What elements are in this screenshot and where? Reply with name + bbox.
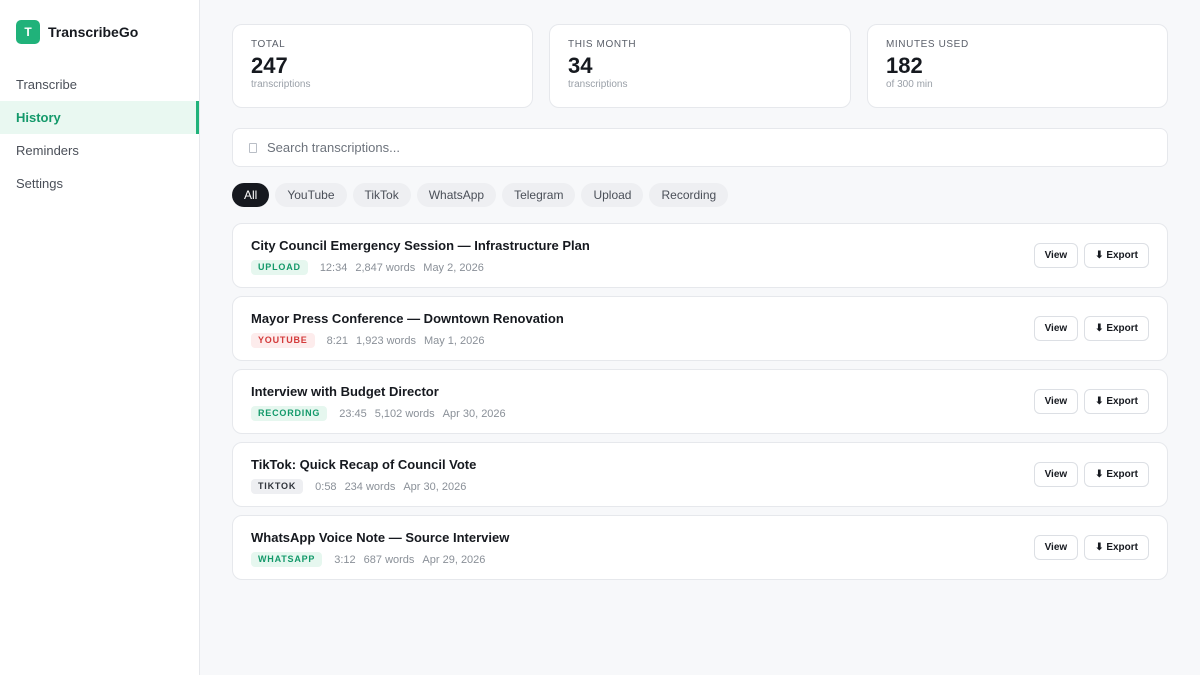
- stat-label: MINUTES USED: [886, 39, 969, 50]
- word-count: 234 words: [344, 480, 396, 493]
- source-badge: TIKTOK: [251, 479, 304, 494]
- brand-logo-icon: T: [16, 20, 40, 44]
- row-actions: View ⬇ Export: [1033, 535, 1149, 560]
- export-button[interactable]: ⬇ Export: [1084, 389, 1149, 414]
- transcription-meta: TIKTOK 0:58 234 words Apr 30, 2026: [251, 479, 474, 494]
- sidebar-nav: Transcribe History Reminders Settings: [0, 68, 199, 200]
- view-button[interactable]: View: [1033, 462, 1079, 487]
- duration: 23:45: [339, 407, 367, 420]
- stat-sub: transcriptions: [568, 79, 628, 90]
- sidebar-item-history[interactable]: History: [0, 101, 199, 134]
- brand[interactable]: T TranscribeGo: [16, 20, 199, 44]
- stat-label: THIS MONTH: [568, 39, 637, 50]
- sidebar: T TranscribeGo Transcribe History Remind…: [0, 0, 200, 675]
- source-badge: RECORDING: [251, 406, 328, 421]
- filter-chip-youtube[interactable]: YouTube: [275, 183, 347, 207]
- search-bar: [232, 128, 1168, 167]
- export-button[interactable]: ⬇ Export: [1084, 316, 1149, 341]
- row-actions: View ⬇ Export: [1033, 389, 1149, 414]
- stat-value: 34: [568, 53, 593, 78]
- row-actions: View ⬇ Export: [1033, 316, 1149, 341]
- duration: 8:21: [326, 334, 349, 347]
- duration: 0:58: [315, 480, 337, 493]
- export-button[interactable]: ⬇ Export: [1084, 243, 1149, 268]
- transcription-meta: YOUTUBE 8:21 1,923 words May 1, 2026: [251, 333, 493, 348]
- stat-value: 247: [251, 53, 288, 78]
- stat-card-total: TOTAL 247 transcriptions: [232, 24, 533, 108]
- word-count: 5,102 words: [374, 407, 435, 420]
- export-button[interactable]: ⬇ Export: [1084, 535, 1149, 560]
- stat-value: 182: [886, 53, 923, 78]
- stat-sub: transcriptions: [251, 79, 311, 90]
- stat-label: TOTAL: [251, 39, 286, 50]
- filter-chip-recording[interactable]: Recording: [649, 183, 729, 207]
- filter-chips: All YouTube TikTok WhatsApp Telegram Upl…: [232, 183, 729, 207]
- search-icon: [249, 142, 257, 153]
- duration: 3:12: [334, 553, 356, 566]
- date: Apr 30, 2026: [403, 480, 467, 493]
- stat-card-minutes-used: MINUTES USED 182 of 300 min: [867, 24, 1168, 108]
- transcription-meta: UPLOAD 12:34 2,847 words May 2, 2026: [251, 260, 492, 275]
- word-count: 2,847 words: [355, 261, 416, 274]
- date: May 2, 2026: [423, 261, 484, 274]
- source-badge: UPLOAD: [251, 260, 308, 275]
- source-badge: WHATSAPP: [251, 552, 323, 567]
- stat-card-this-month: THIS MONTH 34 transcriptions: [549, 24, 851, 108]
- transcription-row[interactable]: Interview with Budget Director RECORDING…: [232, 369, 1168, 434]
- filter-chip-upload[interactable]: Upload: [581, 183, 644, 207]
- filter-chip-whatsapp[interactable]: WhatsApp: [416, 183, 497, 207]
- export-button[interactable]: ⬇ Export: [1084, 462, 1149, 487]
- transcription-title[interactable]: Interview with Budget Director: [251, 384, 439, 399]
- transcription-title[interactable]: City Council Emergency Session — Infrast…: [251, 238, 590, 253]
- transcription-row[interactable]: WhatsApp Voice Note — Source Interview W…: [232, 515, 1168, 580]
- transcription-title[interactable]: WhatsApp Voice Note — Source Interview: [251, 530, 509, 545]
- view-button[interactable]: View: [1033, 535, 1079, 560]
- search-input[interactable]: [267, 140, 1167, 155]
- app-name: TranscribeGo: [48, 24, 139, 40]
- transcription-row[interactable]: TikTok: Quick Recap of Council Vote TIKT…: [232, 442, 1168, 507]
- transcription-meta: RECORDING 23:45 5,102 words Apr 30, 2026: [251, 406, 514, 421]
- sidebar-item-settings[interactable]: Settings: [0, 167, 199, 200]
- sidebar-item-reminders[interactable]: Reminders: [0, 134, 199, 167]
- word-count: 687 words: [363, 553, 415, 566]
- date: Apr 30, 2026: [442, 407, 506, 420]
- stat-sub: of 300 min: [886, 79, 933, 90]
- view-button[interactable]: View: [1033, 316, 1079, 341]
- transcription-meta: WHATSAPP 3:12 687 words Apr 29, 2026: [251, 552, 493, 567]
- row-actions: View ⬇ Export: [1033, 243, 1149, 268]
- filter-chip-telegram[interactable]: Telegram: [502, 183, 576, 207]
- date: Apr 29, 2026: [422, 553, 486, 566]
- word-count: 1,923 words: [356, 334, 416, 347]
- duration: 12:34: [319, 261, 348, 274]
- source-badge: YOUTUBE: [251, 333, 315, 348]
- transcription-title[interactable]: TikTok: Quick Recap of Council Vote: [251, 457, 476, 472]
- transcription-row[interactable]: Mayor Press Conference — Downtown Renova…: [232, 296, 1168, 361]
- sidebar-item-transcribe[interactable]: Transcribe: [0, 68, 199, 101]
- row-actions: View ⬇ Export: [1033, 462, 1149, 487]
- transcription-row[interactable]: City Council Emergency Session — Infrast…: [232, 223, 1168, 288]
- view-button[interactable]: View: [1033, 243, 1079, 268]
- transcription-list: City Council Emergency Session — Infrast…: [232, 223, 1168, 588]
- filter-chip-all[interactable]: All: [232, 183, 270, 207]
- transcription-title[interactable]: Mayor Press Conference — Downtown Renova…: [251, 311, 564, 326]
- filter-chip-tiktok[interactable]: TikTok: [352, 183, 411, 207]
- view-button[interactable]: View: [1033, 389, 1079, 414]
- date: May 1, 2026: [423, 334, 485, 347]
